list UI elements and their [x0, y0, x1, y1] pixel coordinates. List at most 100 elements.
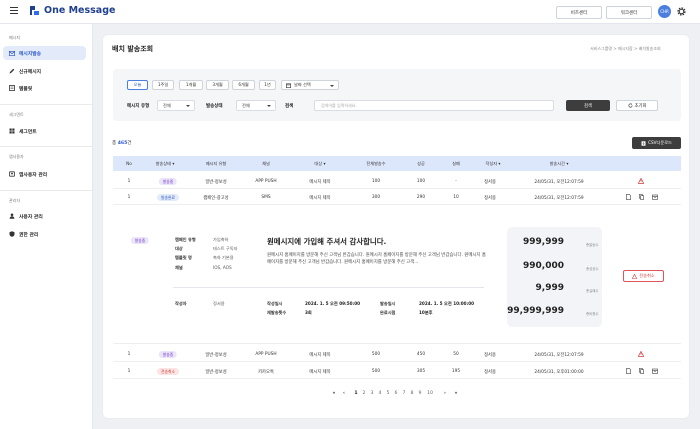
breadcrumb-item[interactable]: 서비스그룹명 — [590, 46, 612, 51]
detail-value: IOS, AOS — [213, 265, 232, 270]
created-label: 작성일시 — [267, 301, 283, 306]
period-1year[interactable]: 1년 — [259, 80, 276, 90]
sidebar-item-template[interactable]: 템플릿 — [3, 81, 86, 95]
warning-icon[interactable] — [638, 351, 644, 357]
page-button[interactable]: 10 — [427, 391, 433, 396]
message-type-label: 메시지 유형 — [127, 104, 150, 109]
stat-value: 9,999 — [535, 283, 564, 293]
page-title: 배치 발송조회 — [112, 45, 154, 53]
cell-time: 24/05/31, 오전12:07:59 — [534, 353, 584, 358]
cell-time: 24/05/31, 오후01:00:00 — [534, 370, 584, 375]
copy-icon[interactable] — [639, 368, 644, 374]
page-button[interactable]: 9 — [419, 391, 422, 396]
sidebar-divider — [0, 104, 93, 105]
cell-target[interactable]: 메시지 제목 — [309, 195, 330, 201]
sidebar-section-admin: 관리자 — [9, 198, 21, 203]
period-3month[interactable]: 3개월 — [206, 80, 229, 90]
sort-icon: ▾ — [566, 161, 569, 166]
table-row[interactable] — [113, 347, 681, 362]
sidebar-item-permission[interactable]: 권한 관리 — [3, 227, 86, 241]
logo[interactable]: One Message — [29, 5, 115, 16]
col-time[interactable]: 발송시간 ▾ — [550, 161, 569, 167]
menu-icon[interactable] — [10, 7, 18, 14]
col-time-label: 발송시간 — [549, 161, 565, 166]
last-page-button[interactable]: » — [455, 391, 458, 396]
period-1week[interactable]: 1주일 — [152, 80, 174, 90]
total-count: 총 465건 — [112, 140, 132, 146]
csv-download-button[interactable]: CSV다운로드 — [632, 137, 681, 149]
page-button[interactable]: 7 — [403, 391, 406, 396]
cell-target[interactable]: 메시지 제목 — [309, 352, 330, 358]
biz-center-button[interactable]: 비즈센터 — [556, 6, 602, 19]
cell-total: 100 — [371, 179, 381, 184]
sidebar-item-user-manage[interactable]: 사용자 관리 — [3, 209, 86, 223]
page-button[interactable]: 8 — [411, 391, 414, 396]
cell-target[interactable]: 메시지 제목 — [309, 179, 330, 185]
sidebar-item-segment[interactable]: 세그먼트 — [3, 124, 86, 138]
detail-key: 캠페인 유형 — [175, 237, 196, 242]
calendar-icon — [286, 83, 291, 88]
copy-icon[interactable] — [639, 194, 644, 200]
period-1month[interactable]: 1개월 — [179, 80, 203, 90]
page-button[interactable]: 6 — [395, 391, 398, 396]
sidebar-section-app-user: 앱사용자 — [9, 154, 24, 159]
table-row[interactable] — [113, 364, 681, 379]
app-name: One Message — [44, 5, 116, 16]
avatar[interactable]: CHR — [658, 5, 671, 18]
search-input[interactable]: 검색어를 입력하세요. — [314, 100, 554, 111]
status-badge: 발송중 — [158, 178, 178, 185]
next-page-button[interactable]: › — [444, 391, 446, 396]
period-6month[interactable]: 6개월 — [232, 80, 255, 90]
sidebar-item-message-send[interactable]: 메시지발송 — [3, 46, 86, 60]
stat-label: 총비용수 — [586, 312, 599, 316]
reset-button[interactable]: 초기화 — [616, 100, 658, 111]
cell-channel: APP PUSH — [255, 352, 277, 357]
table-row[interactable] — [113, 190, 681, 205]
gear-icon[interactable] — [676, 6, 687, 17]
cell-fail: 195 — [451, 369, 461, 374]
work-center-button[interactable]: 워크센터 — [606, 6, 652, 19]
period-today[interactable]: 오늘 — [127, 80, 148, 90]
stats-box: 999,999 총발송수 990,000 총성공수 9,999 총실패수 99,… — [507, 227, 602, 327]
detail-key: 대상 — [175, 246, 183, 251]
sidebar-item-new-message[interactable]: 신규메시지 — [3, 64, 86, 78]
archive-icon[interactable] — [652, 194, 658, 200]
archive-icon[interactable] — [652, 368, 658, 374]
document-icon[interactable] — [626, 194, 631, 200]
col-fail: 실패 — [452, 161, 460, 166]
col-status[interactable]: 발송상태 ▾ — [156, 161, 175, 167]
col-status-label: 발송상태 — [155, 161, 171, 166]
send-status-select[interactable]: 전체 — [236, 100, 276, 111]
detail-key: 채널 — [175, 265, 183, 270]
message-type-select[interactable]: 전체 — [157, 100, 195, 111]
breadcrumb-item[interactable]: 메시지함 — [618, 46, 633, 51]
cell-success: 450 — [416, 352, 426, 357]
total-suffix: 건 — [127, 141, 132, 146]
document-icon[interactable] — [626, 368, 631, 374]
cell-success: 290 — [416, 195, 426, 200]
cancel-send-button[interactable]: 전송취소 — [623, 270, 664, 282]
sidebar-item-app-user-manage[interactable]: 앱사용자 관리 — [3, 167, 86, 181]
page-button[interactable]: 3 — [371, 391, 374, 396]
col-target[interactable]: 대상 ▾ — [314, 161, 325, 167]
page-button[interactable]: 2 — [363, 391, 366, 396]
cell-type: 일반-정보성 — [205, 370, 227, 375]
first-page-button[interactable]: « — [333, 391, 336, 396]
cell-total: 500 — [371, 352, 381, 357]
search-button[interactable]: 검색 — [566, 100, 610, 111]
stat-label: 총실패수 — [586, 289, 599, 293]
resend-value: 3회 — [305, 310, 312, 315]
date-select[interactable]: 날짜 선택 — [281, 80, 339, 90]
cell-total: 300 — [371, 195, 381, 200]
page-button[interactable]: 4 — [379, 391, 382, 396]
warning-icon[interactable] — [638, 178, 644, 184]
cell-time: 24/05/31, 오전12:07:59 — [534, 196, 584, 201]
page-button[interactable]: 5 — [387, 391, 390, 396]
author-value: 정서용 — [213, 301, 225, 306]
col-author[interactable]: 작성자 ▾ — [485, 161, 500, 167]
cell-fail: 10 — [453, 195, 459, 200]
page-button[interactable]: 1 — [354, 391, 357, 396]
table-row[interactable] — [113, 174, 681, 189]
cell-target[interactable]: 메시지 제목 — [309, 369, 330, 375]
prev-page-button[interactable]: ‹ — [343, 391, 345, 396]
